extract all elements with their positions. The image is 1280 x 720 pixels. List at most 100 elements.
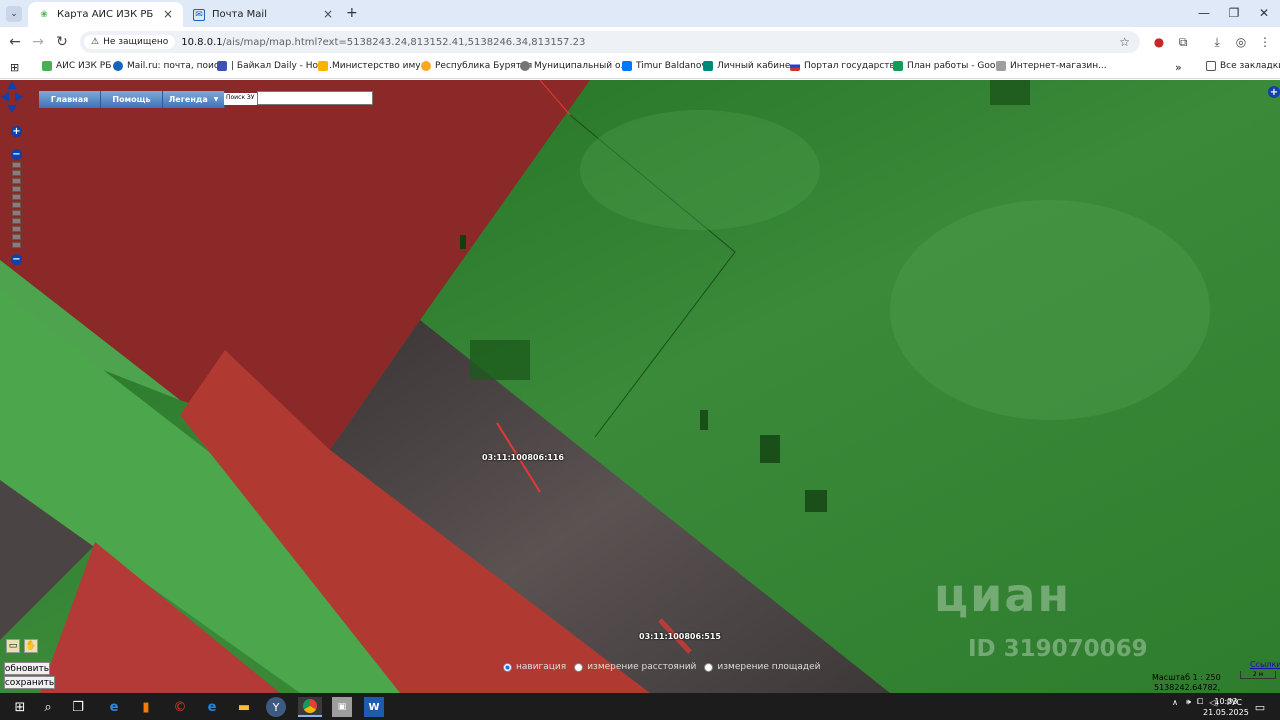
- bookmark-item[interactable]: | Байкал Daily - Нов...: [217, 61, 332, 71]
- map-canvas[interactable]: [0, 80, 1280, 693]
- speaker-icon[interactable]: 🕪: [1186, 697, 1191, 707]
- bookmark-item[interactable]: Timur Baldanov: [622, 61, 707, 71]
- hand-tool-icon[interactable]: ✋: [24, 639, 38, 653]
- tab-search-button[interactable]: ⌄: [6, 6, 22, 22]
- windows-start-icon[interactable]: ⊞: [10, 697, 30, 717]
- reload-icon[interactable]: ↻: [53, 33, 71, 51]
- search-label: Поиск ЗУ: [224, 93, 257, 105]
- parcel-search-input[interactable]: [257, 91, 373, 105]
- zoom-step[interactable]: [12, 162, 21, 168]
- tab-mail[interactable]: ✉ Почта Mail ×: [183, 2, 343, 27]
- url-text: 10.8.0.1/ais/map/map.html?ext=5138243.24…: [181, 36, 586, 48]
- parcel-label: 03:11:100806:515: [639, 632, 721, 641]
- bookmark-item[interactable]: Интернет-магазин...: [996, 61, 1107, 71]
- save-button[interactable]: сохранить: [4, 676, 55, 689]
- tab-title: Почта Mail: [212, 9, 267, 20]
- zoom-step[interactable]: [12, 202, 21, 208]
- app-icon[interactable]: ▮: [136, 697, 156, 717]
- mode-distance[interactable]: измерение расстояний: [574, 662, 696, 672]
- image-app-icon[interactable]: ▣: [332, 697, 352, 717]
- zoom-step[interactable]: [12, 186, 21, 192]
- extension-avatar-icon[interactable]: ●: [1152, 35, 1166, 49]
- task-view-icon[interactable]: ❐: [68, 697, 88, 717]
- bookmark-item[interactable]: Личный кабинет: [703, 61, 796, 71]
- bookmark-item[interactable]: Республика Бурятия: [421, 61, 532, 71]
- puzzle-icon[interactable]: ⧉: [1176, 35, 1190, 49]
- radio-icon[interactable]: [704, 662, 714, 672]
- zoom-step[interactable]: [12, 234, 21, 240]
- folder-icon[interactable]: ▬: [234, 697, 254, 717]
- zoom-in-icon[interactable]: +: [11, 126, 22, 137]
- menu-legend-button[interactable]: Легенда ▼: [163, 91, 225, 108]
- clock[interactable]: 10:33 21.05.2025: [1203, 696, 1249, 718]
- layer-switcher-icon[interactable]: +: [1268, 86, 1280, 98]
- menu-help-button[interactable]: Помощь: [101, 91, 163, 108]
- zoom-out-bottom-icon[interactable]: −: [11, 254, 22, 265]
- close-icon[interactable]: ×: [323, 7, 333, 21]
- restore-icon[interactable]: ❐: [1220, 4, 1248, 22]
- at-icon: [113, 61, 123, 71]
- globe-icon: [520, 61, 530, 71]
- pan-up-icon[interactable]: [7, 81, 17, 89]
- zoom-step[interactable]: [12, 242, 21, 248]
- vegetation-patch: [760, 435, 780, 463]
- c-app-icon[interactable]: ©: [170, 697, 190, 717]
- radio-icon[interactable]: [503, 662, 512, 672]
- links-link[interactable]: Ссылки: [1250, 660, 1280, 669]
- pan-left-icon[interactable]: [1, 92, 9, 102]
- bookmarks-bar: ⊞ АИС ИЗК РБ Mail.ru: почта, поис... | Б…: [0, 57, 1280, 79]
- sheets-icon: [893, 61, 903, 71]
- zoom-step[interactable]: [12, 170, 21, 176]
- forward-icon[interactable]: →: [29, 33, 47, 51]
- bookmark-item[interactable]: Министерство иму...: [318, 61, 429, 71]
- map-tool-icon[interactable]: ▭: [6, 639, 20, 653]
- pan-control[interactable]: [0, 80, 24, 114]
- close-window-icon[interactable]: ✕: [1250, 4, 1278, 22]
- security-indicator[interactable]: ⚠ Не защищено: [84, 35, 176, 49]
- refresh-button[interactable]: обновить: [4, 662, 50, 675]
- vegetation-patch: [805, 490, 827, 512]
- menu-home-button[interactable]: Главная: [39, 91, 101, 108]
- bookmark-item[interactable]: Муниципальный о...: [520, 61, 629, 71]
- watermark-logo: циан: [934, 568, 1072, 622]
- close-icon[interactable]: ×: [163, 7, 173, 21]
- vk-icon: [622, 61, 632, 71]
- apps-icon[interactable]: ⊞: [10, 61, 19, 74]
- zoom-step[interactable]: [12, 218, 21, 224]
- new-tab-button[interactable]: +: [346, 5, 358, 21]
- mode-area[interactable]: измерение площадей: [704, 662, 821, 672]
- address-bar[interactable]: ⚠ Не защищено 10.8.0.1/ais/map/map.html?e…: [80, 31, 1140, 53]
- map-viewport[interactable]: Главная Помощь Легенда ▼ Поиск ЗУ + − − +…: [0, 80, 1280, 693]
- back-icon[interactable]: ←: [6, 33, 24, 51]
- bookmark-item[interactable]: Mail.ru: почта, поис...: [113, 61, 227, 71]
- zoom-step[interactable]: [12, 178, 21, 184]
- tab-map[interactable]: ❀ Карта АИС ИЗК РБ ×: [28, 2, 183, 27]
- chrome-icon[interactable]: [298, 697, 322, 717]
- profile-icon[interactable]: ◎: [1234, 35, 1248, 49]
- mode-navigation[interactable]: навигация: [503, 662, 566, 672]
- zoom-step[interactable]: [12, 226, 21, 232]
- bookmark-item[interactable]: План работы - Goo...: [893, 61, 1004, 71]
- more-bookmarks-icon[interactable]: »: [1175, 61, 1182, 74]
- chevron-up-icon[interactable]: ∧: [1172, 698, 1178, 707]
- star-icon[interactable]: ☆: [1119, 35, 1130, 49]
- pan-down-icon[interactable]: [7, 105, 17, 113]
- word-icon[interactable]: W: [364, 697, 384, 717]
- zoom-out-icon[interactable]: −: [11, 149, 22, 160]
- pan-right-icon[interactable]: [15, 92, 23, 102]
- zoom-step[interactable]: [12, 194, 21, 200]
- bookmark-item[interactable]: АИС ИЗК РБ: [42, 61, 111, 71]
- ie-icon[interactable]: e: [104, 697, 124, 717]
- minimize-icon[interactable]: —: [1190, 4, 1218, 22]
- all-bookmarks[interactable]: Все закладки: [1206, 61, 1280, 71]
- radio-icon[interactable]: [574, 662, 584, 672]
- download-icon[interactable]: ⤓: [1210, 35, 1224, 49]
- yandex-icon[interactable]: Y: [266, 697, 286, 717]
- edge-icon[interactable]: e: [202, 697, 222, 717]
- search-icon[interactable]: ⌕: [38, 697, 58, 717]
- zoom-step[interactable]: [12, 210, 21, 216]
- menu-icon[interactable]: ⋮: [1258, 35, 1272, 49]
- notification-icon[interactable]: ▭: [1250, 697, 1270, 717]
- browser-toolbar: ← → ↻ ⚠ Не защищено 10.8.0.1/ais/map/map.…: [0, 27, 1280, 57]
- bookmark-item[interactable]: Портал государств...: [790, 61, 903, 71]
